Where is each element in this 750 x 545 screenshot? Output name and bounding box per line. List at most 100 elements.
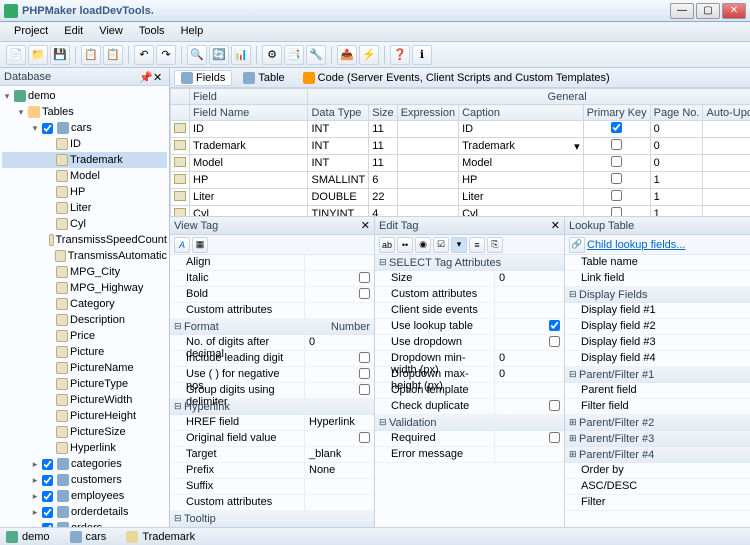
close-button[interactable]: ✕: [722, 3, 746, 19]
tree-node[interactable]: ▾demo: [2, 88, 167, 104]
et-radio-button[interactable]: ◉: [415, 237, 431, 253]
grid-col[interactable]: Page No.: [650, 105, 703, 121]
prop-row[interactable]: Include leading digit: [170, 351, 374, 367]
tree-node[interactable]: Price: [2, 328, 167, 344]
toolbar-btn-4[interactable]: 📋: [81, 45, 101, 65]
menu-edit[interactable]: Edit: [56, 22, 91, 41]
prop-group[interactable]: ⊟Hyperlink: [170, 399, 374, 415]
pk-checkbox[interactable]: [611, 190, 622, 201]
menu-tools[interactable]: Tools: [131, 22, 173, 41]
pk-checkbox[interactable]: [611, 122, 622, 133]
prop-row[interactable]: Custom attributes: [170, 303, 374, 319]
prop-group[interactable]: ⊟Display Fields: [565, 287, 750, 303]
tree-node[interactable]: ▸orders: [2, 520, 167, 527]
prop-row[interactable]: Order by: [565, 463, 750, 479]
tree-node[interactable]: ▾Tables: [2, 104, 167, 120]
prop-checkbox[interactable]: [549, 432, 560, 443]
et-textarea-button[interactable]: ≡: [469, 237, 485, 253]
et-pass-button[interactable]: ••: [397, 237, 413, 253]
pk-checkbox[interactable]: [611, 156, 622, 167]
tree-checkbox[interactable]: [42, 123, 53, 134]
prop-row[interactable]: Display field #2: [565, 319, 750, 335]
prop-checkbox[interactable]: [359, 288, 370, 299]
pin-icon[interactable]: 📌: [139, 71, 151, 83]
prop-row[interactable]: Original field value: [170, 431, 374, 447]
tree-node[interactable]: MPG_Highway: [2, 280, 167, 296]
tree-node[interactable]: ▸employees: [2, 488, 167, 504]
prop-row[interactable]: Table nametrademarks: [565, 255, 750, 271]
tree-node[interactable]: ▾cars: [2, 120, 167, 136]
toolbar-btn-11[interactable]: 🔄: [209, 45, 229, 65]
tree-node[interactable]: Cyl: [2, 216, 167, 232]
prop-row[interactable]: Required: [375, 431, 564, 447]
tree-node[interactable]: TransmissSpeedCount: [2, 232, 167, 248]
tree-node[interactable]: ID: [2, 136, 167, 152]
pk-checkbox[interactable]: [611, 139, 622, 150]
prop-row[interactable]: Custom attributes: [375, 287, 564, 303]
prop-row[interactable]: Size0: [375, 271, 564, 287]
prop-row[interactable]: Link fieldID: [565, 271, 750, 287]
prop-checkbox[interactable]: [549, 400, 560, 411]
toolbar-btn-22[interactable]: ℹ: [412, 45, 432, 65]
prop-checkbox[interactable]: [359, 368, 370, 379]
prop-row[interactable]: Client side events: [375, 303, 564, 319]
prop-row[interactable]: Display field #4: [565, 351, 750, 367]
tree-node[interactable]: Picture: [2, 344, 167, 360]
panel-close-icon[interactable]: ✕: [153, 71, 165, 83]
prop-row[interactable]: Italic: [170, 271, 374, 287]
prop-checkbox[interactable]: [359, 272, 370, 283]
tree-node[interactable]: Trademark: [2, 152, 167, 168]
tree-checkbox[interactable]: [42, 459, 53, 470]
prop-row[interactable]: Target_blank: [170, 447, 374, 463]
tree-node[interactable]: Category: [2, 296, 167, 312]
prop-row[interactable]: Group digits using delimiter: [170, 383, 374, 399]
et-text-button[interactable]: ab: [379, 237, 395, 253]
pk-checkbox[interactable]: [611, 207, 622, 217]
prop-row[interactable]: Display field #3: [565, 335, 750, 351]
grid-row[interactable]: CylTINYINT4Cyl1: [171, 206, 750, 218]
prop-row[interactable]: Dropdown max-height (px)0: [375, 367, 564, 383]
fields-grid[interactable]: FieldGeneralField NameData TypeSizeExpre…: [170, 88, 750, 217]
grid-row[interactable]: ModelINT11Model0: [171, 155, 750, 172]
prop-row[interactable]: Align: [170, 255, 374, 271]
toolbar-btn-14[interactable]: ⚙: [262, 45, 282, 65]
prop-row[interactable]: Custom attributes: [170, 495, 374, 511]
prop-row[interactable]: Suffix: [170, 479, 374, 495]
tree-node[interactable]: Liter: [2, 200, 167, 216]
et-file-button[interactable]: ⎘: [487, 237, 503, 253]
tree-node[interactable]: HP: [2, 184, 167, 200]
prop-checkbox[interactable]: [359, 432, 370, 443]
tree-node[interactable]: PictureWidth: [2, 392, 167, 408]
prop-group[interactable]: ⊞Parent/Filter #4: [565, 447, 750, 463]
grid-row[interactable]: TrademarkINT11Trademark ▾0 ▾: [171, 138, 750, 155]
prop-group[interactable]: ⊟Parent/Filter #1: [565, 367, 750, 383]
grid-col[interactable]: Primary Key: [583, 105, 650, 121]
grid-col[interactable]: Auto-Update Value: [703, 105, 750, 121]
tree-checkbox[interactable]: [42, 491, 53, 502]
prop-checkbox[interactable]: [549, 336, 560, 347]
prop-row[interactable]: Bold: [170, 287, 374, 303]
tree-node[interactable]: PictureName: [2, 360, 167, 376]
grid-col[interactable]: Data Type: [308, 105, 369, 121]
pk-checkbox[interactable]: [611, 173, 622, 184]
et-check-button[interactable]: ☑: [433, 237, 449, 253]
prop-row[interactable]: Parent field: [565, 383, 750, 399]
grid-col[interactable]: Field Name: [190, 105, 308, 121]
tree-checkbox[interactable]: [42, 523, 53, 528]
tree-checkbox[interactable]: [42, 507, 53, 518]
lookup-link-icon[interactable]: 🔗: [569, 237, 585, 253]
tree-node[interactable]: ▸categories: [2, 456, 167, 472]
toolbar-btn-12[interactable]: 📊: [231, 45, 251, 65]
menu-project[interactable]: Project: [6, 22, 56, 41]
prop-row[interactable]: No. of digits after decimal0: [170, 335, 374, 351]
maximize-button[interactable]: ▢: [696, 3, 720, 19]
prop-group[interactable]: ⊟Tooltip: [170, 511, 374, 527]
toolbar-btn-19[interactable]: ⚡: [359, 45, 379, 65]
prop-group[interactable]: ⊟FormatNumber: [170, 319, 374, 335]
prop-group[interactable]: ⊞Parent/Filter #2: [565, 415, 750, 431]
edit-tag-body[interactable]: ⊟SELECT Tag AttributesSize0Custom attrib…: [375, 255, 564, 527]
tree-node[interactable]: MPG_City: [2, 264, 167, 280]
prop-row[interactable]: ASC/DESC: [565, 479, 750, 495]
toolbar-btn-1[interactable]: 📁: [28, 45, 48, 65]
toolbar-btn-0[interactable]: 📄: [6, 45, 26, 65]
